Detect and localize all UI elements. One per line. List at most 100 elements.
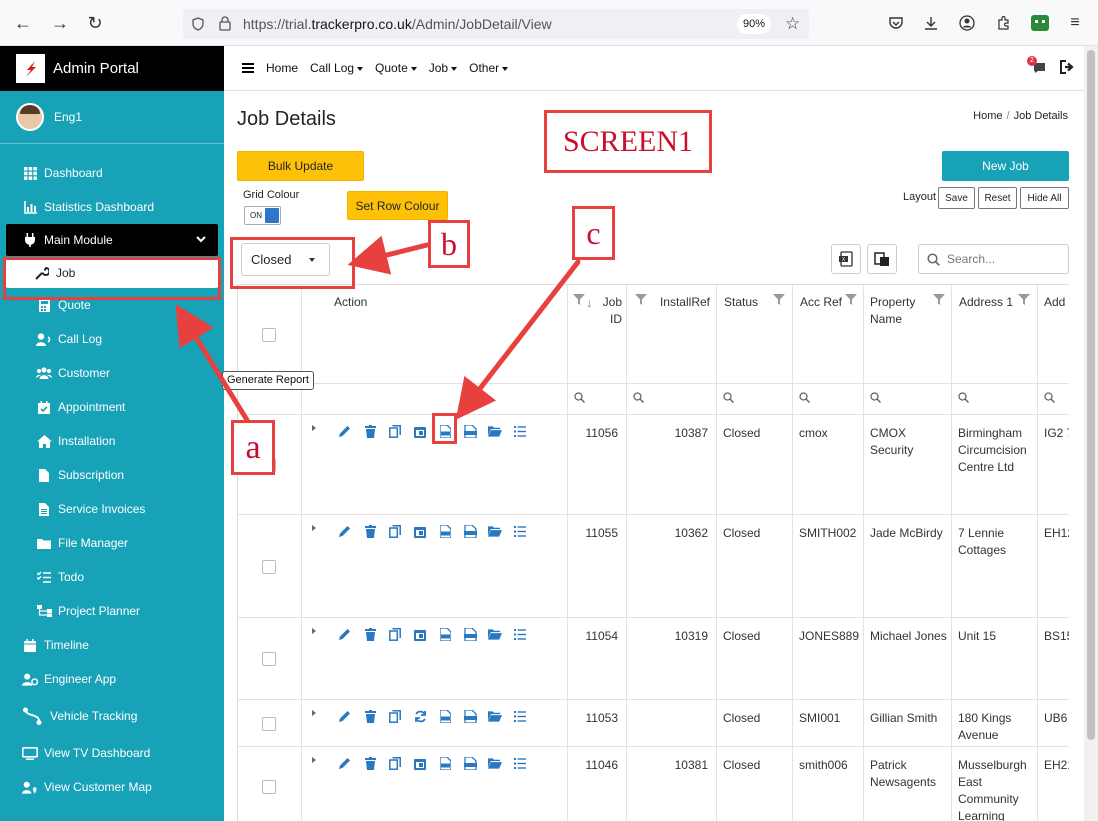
docx-icon[interactable] [463,424,477,438]
search-input[interactable]: Search... [947,252,995,266]
extension-robot-icon[interactable] [1030,13,1050,33]
sidebar-item-installation[interactable]: Installation [0,424,224,458]
table-row[interactable]: 11054 10319 Closed JONES889 Michael Jones Uni… [238,618,1069,700]
calendar-icon[interactable] [413,756,427,770]
expand-row-icon[interactable] [312,628,316,634]
nav-other[interactable]: Other [469,61,509,75]
row-checkbox[interactable] [262,780,276,794]
filter-icon[interactable] [773,294,785,305]
filter-input-acc-ref[interactable] [793,384,864,414]
folder-open-icon[interactable] [488,424,502,438]
forward-icon[interactable]: → [49,12,71,34]
header-acc-ref[interactable]: Acc Ref [793,285,864,383]
header-property-name[interactable]: Property Name [864,285,952,383]
sidebar-item-engineer-app[interactable]: Engineer App [0,662,224,696]
sidebar-item-view-tv-dashboard[interactable]: View TV Dashboard [0,736,224,770]
edit-icon[interactable] [338,524,352,538]
docx-icon[interactable] [463,524,477,538]
calendar-icon[interactable] [413,524,427,538]
expand-row-icon[interactable] [312,757,316,763]
expand-row-icon[interactable] [312,710,316,716]
header-status[interactable]: Status [717,285,793,383]
refresh-icon[interactable] [413,709,427,723]
filter-icon[interactable] [573,294,585,305]
header-job-id[interactable]: ↓ Job ID [568,285,627,383]
nav-home[interactable]: Home [266,61,298,75]
pocket-icon[interactable] [886,13,906,33]
pdf-icon[interactable] [438,524,452,538]
grid-search[interactable]: Search... [918,244,1069,274]
sidebar-item-project-planner[interactable]: Project Planner [0,594,224,628]
folder-open-icon[interactable] [488,627,502,641]
table-row[interactable]: 11056 10387 Closed cmox CMOX Security Birming… [238,415,1069,515]
filter-input-address-2[interactable] [1038,384,1069,414]
sidebar-item-vehicle-tracking[interactable]: Vehicle Tracking [0,696,224,736]
filter-input-property-name[interactable] [864,384,952,414]
sidebar-item-dashboard[interactable]: Dashboard [0,156,224,190]
trash-icon[interactable] [363,709,377,723]
layout-reset-button[interactable]: Reset [978,187,1017,209]
header-address-1[interactable]: Address 1 [952,285,1038,383]
header-action[interactable]: Action [302,285,568,383]
notification-icon[interactable]: 2 [1027,56,1046,74]
sidebar-item-view-customer-map[interactable]: View Customer Map [0,770,224,804]
table-row[interactable]: 11046 10381 Closed smith006 Patrick Newsagen… [238,747,1069,821]
table-row[interactable]: 11053 Closed SMI001 Gillian Smith 180 Kings … [238,700,1069,747]
sidebar-item-customer[interactable]: Customer [0,356,224,390]
edit-icon[interactable] [338,424,352,438]
filter-input-status[interactable] [717,384,793,414]
zoom-level[interactable]: 90% [737,14,772,34]
trash-icon[interactable] [363,524,377,538]
filter-icon[interactable] [1018,294,1030,305]
column-chooser-button[interactable] [867,244,897,274]
grid-colour-toggle[interactable]: ON [244,206,281,225]
download-icon[interactable] [921,13,941,33]
logout-icon[interactable] [1060,60,1074,77]
sidebar-item-statistics-dashboard[interactable]: Statistics Dashboard [0,190,224,224]
table-row[interactable]: 11055 10362 Closed SMITH002 Jade McBirdy 7 Le… [238,515,1069,618]
list-icon[interactable] [513,627,527,641]
calendar-icon[interactable] [413,424,427,438]
row-checkbox[interactable] [262,717,276,731]
edit-icon[interactable] [338,709,352,723]
sidebar-item-timeline[interactable]: Timeline [0,628,224,662]
new-job-button[interactable]: New Job [942,151,1069,181]
list-icon[interactable] [513,709,527,723]
filter-input-install-ref[interactable] [627,384,717,414]
docx-icon[interactable] [463,756,477,770]
folder-open-icon[interactable] [488,756,502,770]
sidebar-item-file-manager[interactable]: File Manager [0,526,224,560]
copy-icon[interactable] [388,424,402,438]
copy-icon[interactable] [388,524,402,538]
reload-icon[interactable]: ↻ [84,12,106,34]
edit-icon[interactable] [338,627,352,641]
nav-call-log[interactable]: Call Log [310,61,364,75]
sidebar-item-service-invoices[interactable]: Service Invoices [0,492,224,526]
sidebar-item-subscription[interactable]: Subscription [0,458,224,492]
nav-job[interactable]: Job [429,61,458,75]
bookmark-star-icon[interactable]: ☆ [785,14,800,34]
layout-hide-all-button[interactable]: Hide All [1020,187,1069,209]
filter-icon[interactable] [635,294,647,305]
filter-input-address-1[interactable] [952,384,1038,414]
sidebar-item-call-log[interactable]: Call Log [0,322,224,356]
trash-icon[interactable] [363,756,377,770]
row-checkbox[interactable] [262,560,276,574]
row-checkbox[interactable] [262,652,276,666]
folder-open-icon[interactable] [488,524,502,538]
docx-icon[interactable] [463,709,477,723]
pdf-icon[interactable] [438,627,452,641]
calendar-icon[interactable] [413,627,427,641]
nav-quote[interactable]: Quote [375,61,417,75]
docx-icon[interactable] [463,627,477,641]
set-row-colour-button[interactable]: Set Row Colour [347,191,448,220]
pdf-icon[interactable] [438,709,452,723]
filter-input-job-id[interactable] [568,384,627,414]
sidebar-item-todo[interactable]: Todo [0,560,224,594]
bulk-update-button[interactable]: Bulk Update [237,151,364,181]
page-scrollbar[interactable] [1084,46,1098,821]
breadcrumb-home[interactable]: Home [973,110,1002,122]
address-bar[interactable]: https://trial.trackerpro.co.uk/Admin/Job… [183,9,809,39]
back-icon[interactable]: ← [12,12,34,34]
copy-icon[interactable] [388,627,402,641]
